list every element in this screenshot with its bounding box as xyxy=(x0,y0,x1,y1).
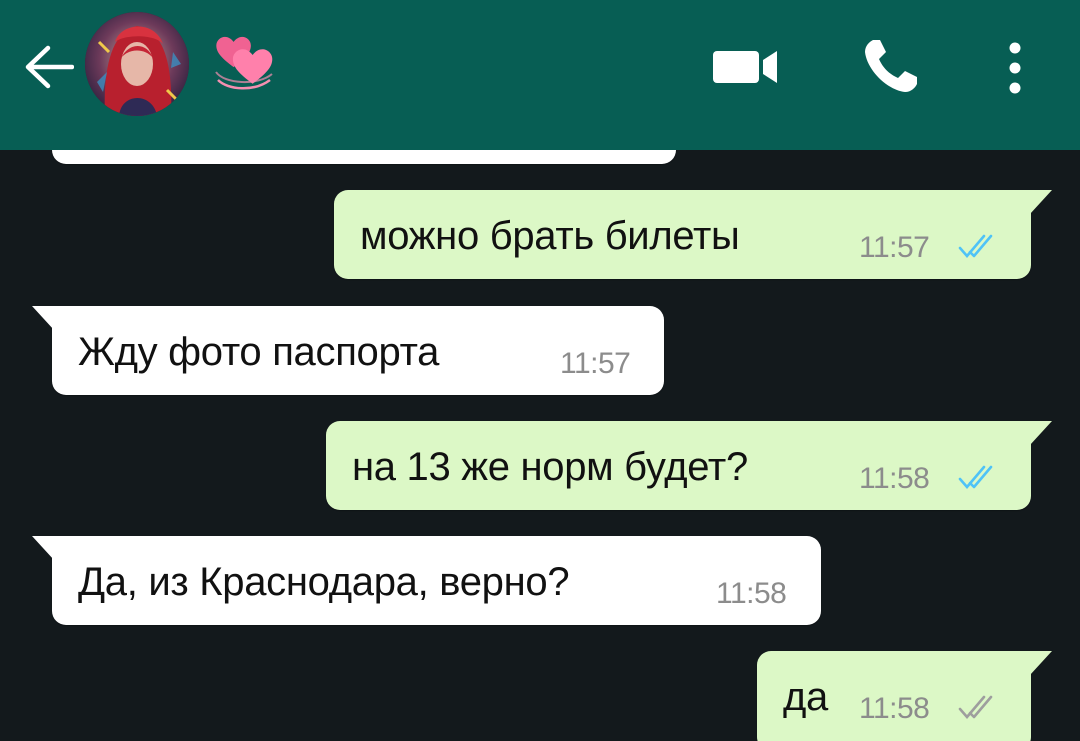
message-bubble-outgoing[interactable]: можно брать билеты 11:57 xyxy=(334,190,1031,279)
bubble-tail xyxy=(1030,421,1052,445)
message-time: 11:58 xyxy=(859,462,930,495)
message-text: Да, из Краснодара, верно? xyxy=(78,560,570,604)
bubble-tail xyxy=(1030,190,1052,214)
bubble-tail xyxy=(32,306,54,330)
bubble-tail xyxy=(1030,651,1052,675)
message-bubble-incoming[interactable]: Жду фото паспорта 11:57 xyxy=(52,306,664,395)
message-text: Жду фото паспорта xyxy=(78,330,440,374)
message-time: 11:58 xyxy=(859,692,930,725)
avatar[interactable] xyxy=(85,12,189,116)
message-time: 11:57 xyxy=(560,347,631,380)
delivered-ticks-icon xyxy=(958,693,1006,721)
message-bubble-partial xyxy=(52,150,676,164)
message-bubble-outgoing[interactable]: на 13 же норм будет? 11:58 xyxy=(326,421,1031,510)
bubble-tail xyxy=(32,536,54,560)
read-ticks-icon xyxy=(958,463,1006,491)
chat-header xyxy=(0,0,1080,150)
video-call-icon[interactable] xyxy=(713,46,779,88)
back-arrow-icon[interactable] xyxy=(22,44,75,90)
message-time: 11:57 xyxy=(859,231,930,264)
phone-icon[interactable] xyxy=(861,36,921,96)
message-bubble-outgoing[interactable]: да 11:58 xyxy=(757,651,1031,741)
message-text: да xyxy=(783,675,828,719)
more-options-icon[interactable] xyxy=(1001,40,1029,96)
message-bubble-incoming[interactable]: Да, из Краснодара, верно? 11:58 xyxy=(52,536,821,625)
message-time: 11:58 xyxy=(716,577,787,610)
contact-name[interactable] xyxy=(214,36,274,94)
message-text: на 13 же норм будет? xyxy=(352,445,748,489)
read-ticks-icon xyxy=(958,232,1006,260)
message-text: можно брать билеты xyxy=(360,214,740,258)
message-list[interactable]: можно брать билеты 11:57 Жду фото паспор… xyxy=(0,150,1080,741)
